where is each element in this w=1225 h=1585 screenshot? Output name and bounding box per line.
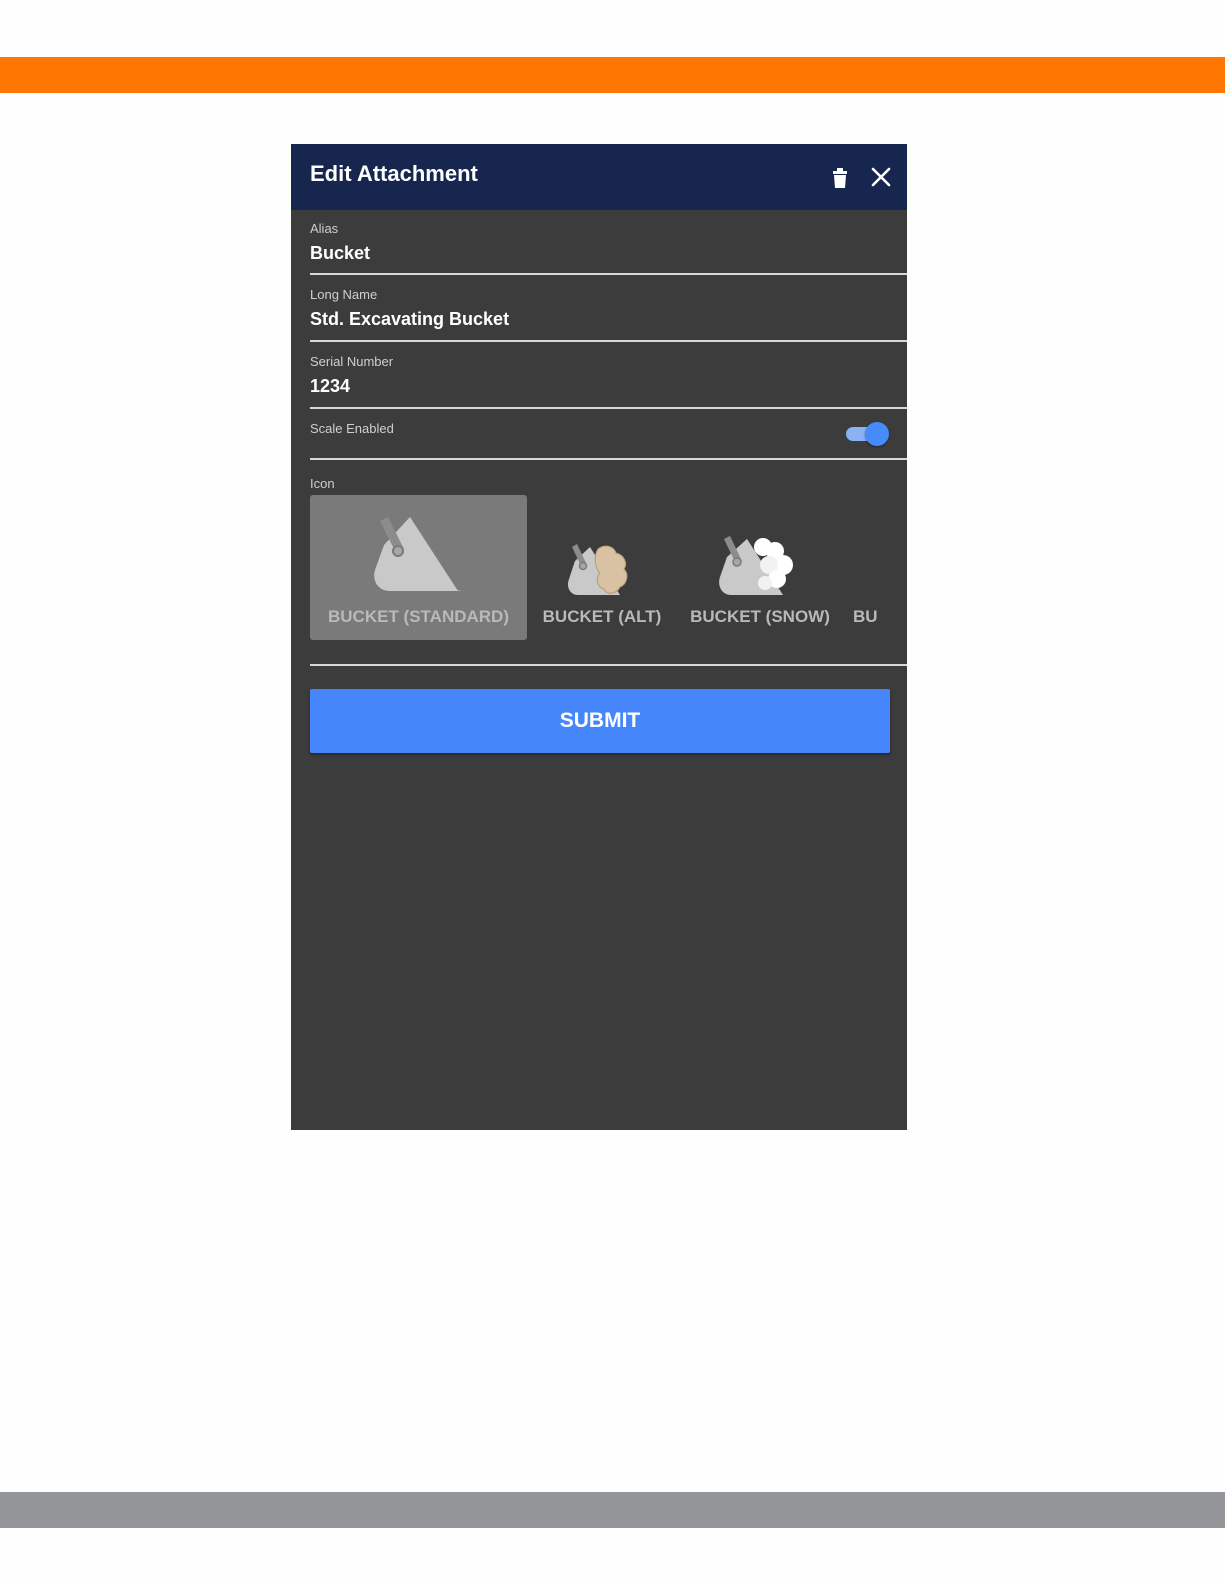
bottom-footer-bar (0, 1492, 1225, 1528)
edit-attachment-dialog: Edit Attachment Alias Bucket Long Name S… (291, 144, 907, 1130)
icon-picker-label: Icon (310, 476, 335, 491)
alias-label: Alias (310, 221, 339, 236)
icon-option-partial[interactable]: BU (853, 495, 890, 640)
submit-button[interactable]: SUBMIT (310, 689, 890, 753)
long-name-label: Long Name (310, 287, 378, 302)
bucket-alt-icon (568, 544, 628, 595)
long-name-field[interactable]: Std. Excavating Bucket (310, 309, 509, 330)
icon-option-bucket-snow[interactable]: BUCKET (SNOW) (677, 495, 843, 640)
dialog-title: Edit Attachment (310, 161, 478, 186)
scale-enabled-toggle[interactable] (846, 422, 889, 446)
top-accent-bar (0, 57, 1225, 93)
icon-option-label: BUCKET (SNOW) (690, 607, 830, 626)
scale-enabled-label: Scale Enabled (310, 421, 394, 436)
bucket-standard-icon (374, 517, 462, 591)
dialog-header: Edit Attachment (291, 144, 907, 210)
icon-option-label: BUCKET (ALT) (542, 607, 662, 626)
bucket-snow-icon (719, 536, 793, 595)
close-icon[interactable] (867, 163, 895, 191)
icon-option-label: BUCKET (STANDARD) (328, 607, 509, 626)
divider (310, 273, 907, 275)
trash-icon[interactable] (826, 163, 854, 191)
icon-option-bucket-alt[interactable]: BUCKET (ALT) (531, 495, 673, 640)
divider (310, 458, 907, 460)
divider (310, 407, 907, 409)
icon-picker[interactable]: BUCKET (STANDARD) BUCKET (ALT) BUCKET (S… (310, 495, 890, 641)
serial-number-label: Serial Number (310, 354, 394, 369)
icon-option-label: BU (853, 607, 878, 626)
serial-number-field[interactable]: 1234 (310, 376, 350, 397)
icon-option-bucket-standard[interactable]: BUCKET (STANDARD) (310, 495, 527, 640)
divider (310, 664, 907, 666)
divider (310, 340, 907, 342)
toggle-thumb (865, 422, 889, 446)
alias-field[interactable]: Bucket (310, 243, 370, 264)
